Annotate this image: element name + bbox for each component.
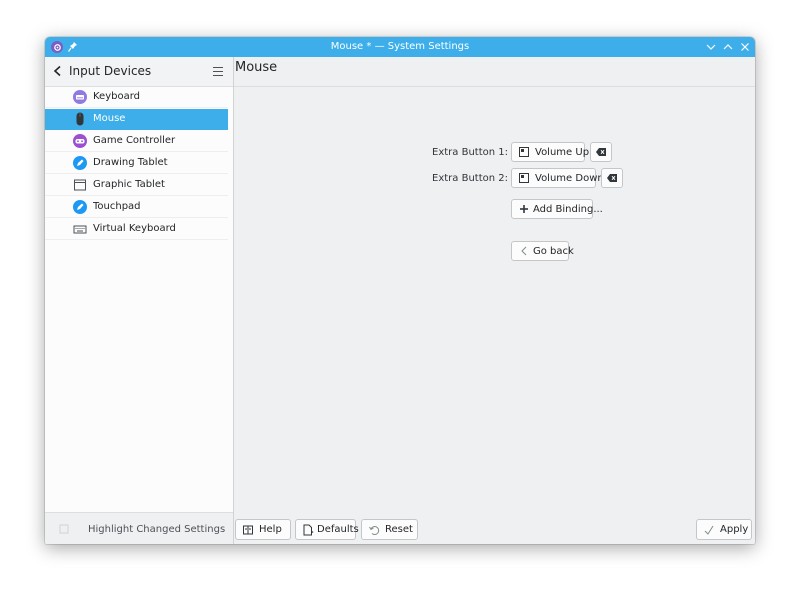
touchpad-icon — [73, 200, 87, 214]
page-title: Mouse — [235, 60, 278, 75]
sidebar-footer: Highlight Changed Settings — [45, 512, 233, 544]
extra-button-2-label: Extra Button 2: — [432, 173, 508, 184]
clear-binding-1-button[interactable] — [590, 142, 612, 162]
backspace-icon — [596, 148, 606, 156]
highlight-changed-settings-button[interactable]: Highlight Changed Settings — [88, 524, 225, 535]
sidebar-item-mouse[interactable]: Mouse — [45, 109, 228, 130]
add-binding-button[interactable]: Add Binding... — [511, 199, 603, 219]
help-button[interactable]: Help — [235, 519, 291, 540]
sidebar-item-label: Touchpad — [93, 201, 141, 212]
drawing-tablet-icon — [73, 156, 87, 170]
mouse-icon — [73, 112, 87, 126]
sidebar-item-graphic-tablet[interactable]: Graphic Tablet — [45, 175, 228, 196]
volume-action-icon — [518, 172, 530, 184]
chevron-down-icon — [706, 44, 716, 50]
content-header: Mouse — [234, 57, 755, 87]
checkmark-icon — [703, 524, 715, 536]
sidebar-item-game-controller[interactable]: Game Controller — [45, 131, 228, 152]
apply-label: Apply — [720, 524, 749, 535]
window-title: Mouse * — System Settings — [330, 41, 470, 52]
sidebar-item-touchpad[interactable]: Touchpad — [45, 197, 228, 218]
close-button[interactable] — [737, 39, 753, 55]
sidebar-item-label: Virtual Keyboard — [93, 223, 176, 234]
defaults-label: Defaults — [317, 524, 359, 535]
reset-button[interactable]: Reset — [361, 519, 418, 540]
reset-label: Reset — [385, 524, 413, 535]
help-label: Help — [259, 524, 282, 535]
add-binding-label: Add Binding... — [533, 203, 603, 215]
sidebar-item-keyboard[interactable]: Keyboard — [45, 87, 228, 108]
clear-binding-2-button[interactable] — [601, 168, 623, 188]
chevron-left-icon — [518, 245, 530, 257]
sidebar-header: Input Devices — [45, 57, 233, 87]
chevron-up-icon — [723, 44, 733, 50]
go-back-label: Go back — [533, 245, 574, 257]
hamburger-menu-icon[interactable] — [212, 66, 224, 77]
sidebar-item-label: Game Controller — [93, 135, 176, 146]
virtual-keyboard-icon — [73, 222, 87, 236]
sidebar-item-label: Drawing Tablet — [93, 157, 168, 168]
defaults-button[interactable]: Defaults — [295, 519, 359, 540]
volume-action-icon — [518, 146, 530, 158]
sidebar: Input Devices Keyboard Mouse Game Contro… — [45, 57, 234, 544]
sidebar-item-label: Keyboard — [93, 91, 141, 102]
extra-button-1-action: Volume Up — [535, 146, 590, 158]
title-bar: Mouse * — System Settings — [45, 37, 755, 57]
undo-icon — [368, 524, 380, 536]
sidebar-header-title: Input Devices — [69, 64, 152, 78]
sidebar-item-label: Graphic Tablet — [93, 179, 165, 190]
apply-button[interactable]: Apply — [696, 519, 752, 540]
help-icon — [242, 524, 254, 536]
go-back-button[interactable]: Go back — [511, 241, 574, 261]
document-defaults-icon — [302, 524, 314, 536]
sidebar-item-drawing-tablet[interactable]: Drawing Tablet — [45, 153, 228, 174]
keyboard-icon — [73, 90, 87, 104]
minimize-button[interactable] — [703, 39, 719, 55]
maximize-button[interactable] — [720, 39, 736, 55]
sidebar-item-virtual-keyboard[interactable]: Virtual Keyboard — [45, 219, 228, 240]
sidebar-list: Keyboard Mouse Game Controller Drawing T… — [45, 87, 233, 241]
sidebar-item-label: Mouse — [93, 113, 126, 124]
main-content: Mouse Extra Button 1: Volume Up Extra Bu… — [234, 57, 755, 544]
plus-icon — [518, 203, 530, 215]
system-settings-window: Mouse * — System Settings Input Devices — [45, 37, 755, 544]
backspace-icon — [607, 174, 617, 182]
extra-button-1-label: Extra Button 1: — [432, 147, 508, 158]
close-icon — [741, 43, 749, 51]
extra-button-2-action: Volume Down — [535, 172, 604, 184]
highlight-icon — [58, 523, 70, 535]
extra-button-2-binding-button[interactable]: Volume Down — [511, 168, 604, 188]
graphic-tablet-icon — [73, 178, 87, 192]
game-controller-icon — [73, 134, 87, 148]
back-arrow-icon[interactable] — [52, 65, 64, 77]
extra-button-1-binding-button[interactable]: Volume Up — [511, 142, 589, 162]
